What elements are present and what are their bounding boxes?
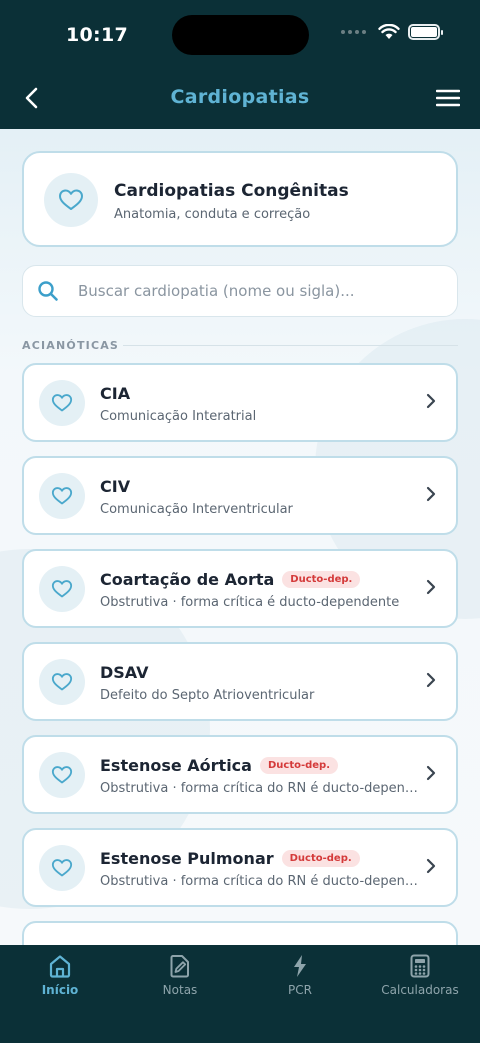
card-subtitle: Obstrutiva · forma crítica é ducto-depen… bbox=[100, 595, 400, 610]
card-title-row: Coartação de Aorta Ducto-dep. bbox=[100, 570, 361, 589]
ducto-dep-badge: Ducto-dep. bbox=[282, 571, 361, 588]
condition-card[interactable]: Estenose Aórtica Ducto-dep. Obstrutiva · f… bbox=[22, 735, 458, 814]
card-subtitle: Defeito do Septo Atrioventricular bbox=[100, 688, 315, 703]
card-subtitle: Comunicação Interventricular bbox=[100, 502, 293, 517]
condition-card[interactable]: CIV Comunicação Interventricular bbox=[22, 456, 458, 535]
card-title-row: Estenose Pulmonar Ducto-dep. bbox=[100, 849, 360, 868]
lightning-icon bbox=[294, 955, 306, 977]
cellular-signal-icon bbox=[341, 30, 366, 34]
search-input[interactable] bbox=[78, 266, 448, 315]
card-title: DSAV bbox=[100, 663, 149, 682]
card-title: Estenose Pulmonar bbox=[100, 849, 274, 868]
chevron-right-icon bbox=[426, 393, 436, 413]
card-subtitle: Comunicação Interatrial bbox=[100, 409, 257, 424]
heart-icon bbox=[39, 380, 85, 426]
heart-icon bbox=[39, 473, 85, 519]
condition-card[interactable]: CIA Comunicação Interatrial bbox=[22, 363, 458, 442]
hero-card: Cardiopatias Congênitas Anatomia, condut… bbox=[22, 151, 458, 247]
section-label: ACIANÓTICAS bbox=[22, 339, 120, 352]
card-title-row: CIV bbox=[100, 477, 130, 496]
bottom-tab-bar: Início Notas PCR Calculadoras bbox=[0, 945, 480, 1043]
battery-icon bbox=[408, 24, 443, 40]
chevron-right-icon bbox=[426, 579, 436, 599]
chevron-right-icon bbox=[426, 858, 436, 878]
hero-subtitle: Anatomia, conduta e correção bbox=[114, 207, 311, 222]
heart-icon bbox=[39, 845, 85, 891]
search-icon bbox=[38, 281, 58, 301]
main-content[interactable]: Cardiopatias Congênitas Anatomia, condut… bbox=[0, 129, 480, 945]
card-title-row: DSAV bbox=[100, 663, 148, 682]
ducto-dep-badge: Ducto-dep. bbox=[259, 757, 339, 774]
tab-pcr[interactable]: PCR bbox=[240, 953, 360, 1013]
condition-card[interactable]: Coartação de Aorta Ducto-dep. Obstrutiva ·… bbox=[22, 549, 458, 628]
ducto-dep-badge: Ducto-dep. bbox=[281, 850, 360, 867]
chevron-right-icon bbox=[426, 486, 436, 506]
heart-icon bbox=[39, 659, 85, 705]
tab-calculadoras[interactable]: Calculadoras bbox=[360, 953, 480, 1013]
page-title: Cardiopatias bbox=[170, 86, 310, 108]
tab-label: PCR bbox=[288, 983, 312, 997]
tab-inicio[interactable]: Início bbox=[0, 953, 120, 1013]
condition-card[interactable]: DSAV Defeito do Septo Atrioventricular bbox=[22, 642, 458, 721]
heart-icon bbox=[39, 566, 85, 612]
wifi-icon bbox=[378, 24, 400, 39]
tab-label: Notas bbox=[162, 983, 198, 997]
card-title: CIV bbox=[100, 477, 131, 496]
heart-icon bbox=[39, 752, 85, 798]
status-icons bbox=[341, 24, 443, 40]
notes-icon bbox=[170, 955, 189, 978]
condition-card[interactable]: Estenose Pulmonar Ducto-dep. Obstrutiva · … bbox=[22, 828, 458, 907]
heart-icon bbox=[44, 173, 98, 227]
section-divider bbox=[123, 345, 458, 346]
menu-button[interactable] bbox=[434, 84, 462, 112]
card-title-row: Estenose Aórtica Ducto-dep. bbox=[100, 756, 339, 775]
card-subtitle: Obstrutiva · forma crítica do RN é ducto… bbox=[100, 874, 422, 889]
status-time: 10:17 bbox=[66, 24, 128, 46]
home-icon bbox=[49, 955, 71, 978]
card-subtitle: Obstrutiva · forma crítica do RN é ducto… bbox=[100, 781, 422, 796]
hamburger-menu-icon bbox=[436, 89, 460, 107]
tab-label: Calculadoras bbox=[381, 983, 459, 997]
card-title: Estenose Aórtica bbox=[100, 756, 252, 775]
calculator-icon bbox=[410, 954, 430, 978]
condition-card-partial[interactable] bbox=[22, 921, 458, 945]
tab-label: Início bbox=[41, 983, 79, 997]
card-title-row: CIA bbox=[100, 384, 130, 403]
card-title: CIA bbox=[100, 384, 131, 403]
dynamic-island bbox=[172, 15, 309, 55]
chevron-right-icon bbox=[426, 672, 436, 692]
chevron-right-icon bbox=[426, 765, 436, 785]
card-title: Coartação de Aorta bbox=[100, 570, 275, 589]
tab-notas[interactable]: Notas bbox=[120, 953, 240, 1013]
top-header: 10:17 Cardiopatias bbox=[0, 0, 480, 129]
hero-title: Cardiopatias Congênitas bbox=[114, 181, 349, 201]
search-bar[interactable] bbox=[22, 265, 458, 317]
